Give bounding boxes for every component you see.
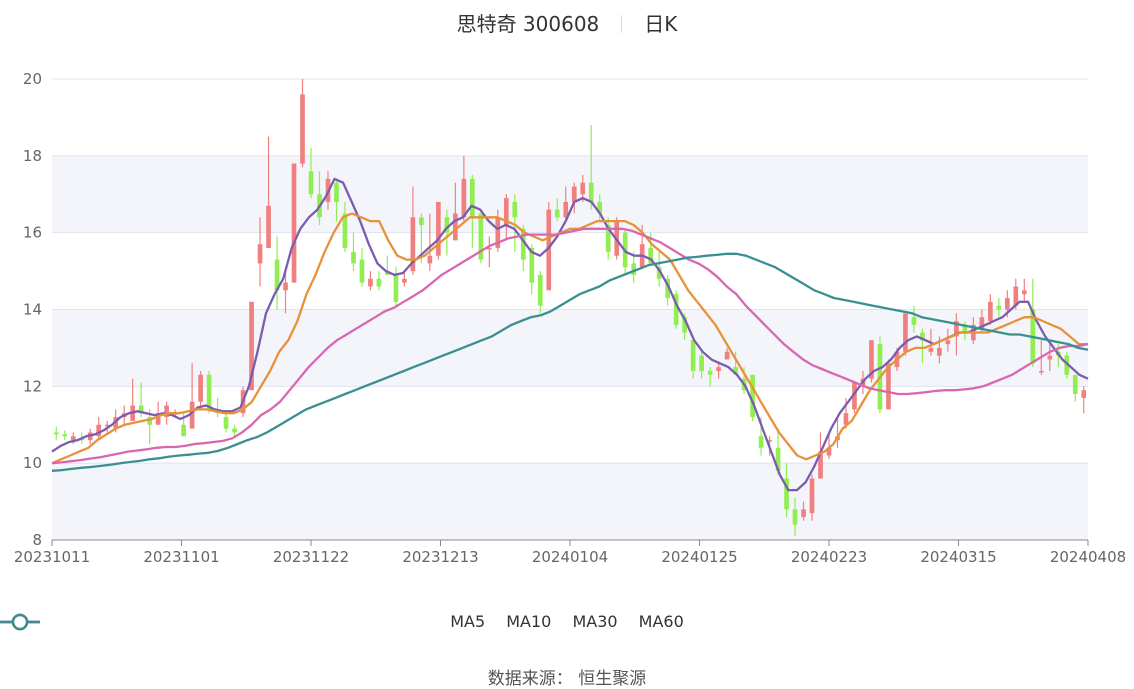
y-tick-label: 10 <box>23 454 42 472</box>
x-tick-label: 20240104 <box>532 548 608 566</box>
candle-body <box>996 305 1002 310</box>
candle-body <box>928 347 934 352</box>
candle-body <box>1081 390 1087 398</box>
candle-body <box>937 347 942 356</box>
y-tick-label: 14 <box>23 301 42 319</box>
x-tick-label: 20231122 <box>273 548 349 566</box>
candle-body <box>1047 355 1053 360</box>
candle-body <box>724 351 730 360</box>
y-tick-label: 20 <box>23 70 42 88</box>
candle-body <box>257 244 263 264</box>
legend-label-ma30: MA30 <box>572 612 618 631</box>
legend-item-ma60[interactable]: MA60 <box>0 612 684 631</box>
candle-body <box>537 274 543 306</box>
candle-body <box>402 278 407 283</box>
x-tick-label: 20240315 <box>920 548 996 566</box>
candle-body <box>436 201 441 256</box>
y-tick-label: 16 <box>23 224 42 242</box>
candle-body <box>223 417 229 429</box>
candle-body <box>945 340 951 345</box>
candle-body <box>699 355 704 371</box>
plot-band <box>52 232 1088 310</box>
candle-body <box>707 370 713 375</box>
candle-body <box>359 259 365 283</box>
candle-body <box>266 205 271 249</box>
y-tick-label: 8 <box>32 531 42 549</box>
candle-body <box>334 182 339 202</box>
candle-body <box>461 178 467 218</box>
ma60-legend-icon <box>0 613 40 631</box>
candle-body <box>903 313 908 352</box>
candle-body <box>470 178 475 218</box>
plot-band <box>52 79 1088 156</box>
candle-body <box>368 278 373 287</box>
candle-body <box>911 317 917 325</box>
candle-body <box>809 478 815 514</box>
candle-body <box>376 278 382 287</box>
candle-body <box>206 374 212 410</box>
candle-body <box>1004 297 1010 310</box>
candle-body <box>988 301 993 322</box>
legend-item-ma5[interactable]: MA5 <box>0 612 486 631</box>
x-tick-label: 20240223 <box>791 548 867 566</box>
candle-body <box>792 509 798 525</box>
candle-body <box>801 509 806 517</box>
legend-label-ma5: MA5 <box>450 612 486 631</box>
candle-body <box>393 274 399 302</box>
candle-body <box>571 186 577 202</box>
candle-body <box>351 251 356 264</box>
candle-body <box>62 434 68 437</box>
candle-body <box>512 201 518 218</box>
candle-body <box>690 340 696 371</box>
candlestick-chart: 8 10 12 14 16 18 20 20231011 20231101 20231122 202… <box>14 70 1126 566</box>
plot-band <box>52 155 1088 233</box>
candle-body <box>308 171 314 195</box>
candle-body <box>232 428 237 433</box>
x-tick-label: 20240408 <box>1050 548 1126 566</box>
candle-body <box>291 163 297 283</box>
candle-body <box>1038 370 1044 373</box>
y-tick-label: 12 <box>23 377 42 395</box>
y-tick-label: 18 <box>23 147 42 165</box>
legend-label-ma60: MA60 <box>638 612 684 631</box>
candle-body <box>554 209 560 218</box>
legend-label-ma10: MA10 <box>506 612 552 631</box>
candle-body <box>300 94 305 164</box>
legend-item-ma10[interactable]: MA10 <box>0 612 552 631</box>
legend: MA5 MA10 MA30 MA60 <box>0 612 1134 631</box>
legend-item-ma30[interactable]: MA30 <box>0 612 618 631</box>
candle-body <box>1021 290 1027 295</box>
x-tick-label: 20231101 <box>143 548 219 566</box>
candle-body <box>758 436 764 448</box>
candle-body <box>580 182 586 195</box>
candle-body <box>1072 374 1078 395</box>
candle-body <box>427 255 433 264</box>
candle-body <box>716 367 721 371</box>
candle-body <box>588 182 594 202</box>
x-tick-label: 20231011 <box>14 548 90 566</box>
plot-band <box>52 463 1088 540</box>
candle-body <box>181 424 186 437</box>
candle-body <box>198 374 203 402</box>
candle-body <box>53 432 59 435</box>
data-source: 数据来源： 恒生聚源 <box>487 669 647 689</box>
candle-body <box>419 217 424 225</box>
candle-body <box>70 436 76 441</box>
x-tick-label: 20231213 <box>402 548 478 566</box>
candle-body <box>283 282 288 291</box>
x-tick-label: 20240125 <box>661 548 737 566</box>
